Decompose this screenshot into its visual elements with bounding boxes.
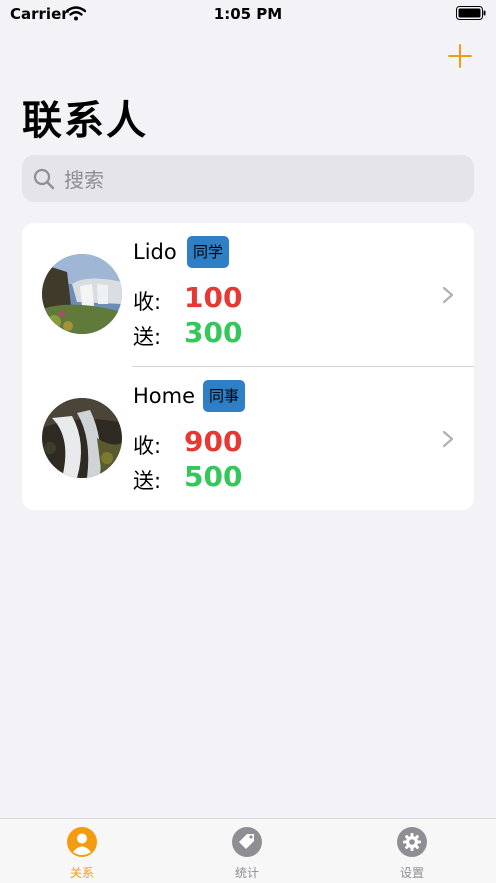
contact-name: Lido xyxy=(133,240,177,264)
tab-relations[interactable]: 关系 xyxy=(22,819,142,883)
chevron-right-icon xyxy=(442,430,454,448)
tab-label: 统计 xyxy=(234,866,259,880)
given-label: 送: xyxy=(133,469,162,493)
received-label: 收: xyxy=(133,290,162,314)
relation-tag: 同学 xyxy=(187,236,230,268)
avatar xyxy=(42,254,122,334)
page-title: 联系人 xyxy=(22,98,148,144)
tab-stats[interactable]: 统计 xyxy=(187,819,307,883)
received-amount: 900 xyxy=(184,425,243,458)
contact-row-home[interactable]: Home 同事 收: 900 送: 500 xyxy=(22,367,474,510)
tab-settings[interactable]: 设置 xyxy=(352,819,472,883)
tab-label: 设置 xyxy=(399,866,424,880)
contact-row-lido[interactable]: Lido 同学 收: 100 送: 300 xyxy=(22,223,474,366)
clock: 1:05 PM xyxy=(213,5,283,23)
tab-label: 关系 xyxy=(69,866,94,880)
given-label: 送: xyxy=(133,325,162,349)
tag-icon xyxy=(232,827,262,857)
search-bar[interactable] xyxy=(22,155,474,204)
received-amount: 100 xyxy=(184,281,243,314)
relation-tag: 同事 xyxy=(203,380,246,412)
given-amount: 500 xyxy=(184,460,243,493)
chevron-right-icon xyxy=(442,286,454,304)
gear-icon xyxy=(397,827,427,857)
contact-name: Home xyxy=(133,384,196,408)
add-contact-button[interactable] xyxy=(446,42,474,70)
avatar xyxy=(42,398,122,478)
tab-bar: 关系 统计 设置 xyxy=(0,818,496,883)
battery-icon xyxy=(456,6,486,20)
contact-list: Lido 同学 收: 100 送: 300 Home 同事 收: 900 送: … xyxy=(22,223,474,510)
search-icon xyxy=(33,168,55,190)
search-input[interactable] xyxy=(62,155,466,204)
given-amount: 300 xyxy=(184,316,243,349)
status-bar: Carrier 1:05 PM xyxy=(0,0,496,30)
person-icon xyxy=(67,827,97,857)
received-label: 收: xyxy=(133,434,162,458)
